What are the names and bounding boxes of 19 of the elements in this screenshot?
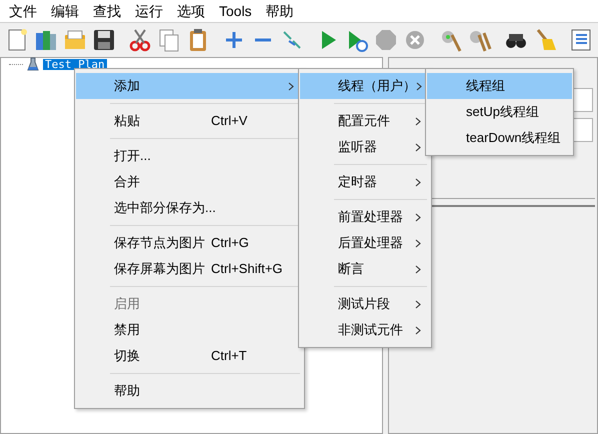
- menu-item[interactable]: 帮助: [258, 0, 301, 22]
- menu-item[interactable]: 后置处理器: [300, 230, 430, 256]
- menu-item[interactable]: 线程组: [427, 73, 572, 99]
- menu-item[interactable]: 断言: [300, 256, 430, 282]
- menu-item[interactable]: setUp线程组: [427, 99, 572, 125]
- menu-item[interactable]: 测试片段: [300, 291, 430, 317]
- menu-item[interactable]: 定时器: [300, 169, 430, 195]
- menu-item[interactable]: 查找: [86, 0, 128, 22]
- menu-item[interactable]: 前置处理器: [300, 204, 430, 230]
- menu-item[interactable]: 文件: [2, 0, 44, 22]
- menu-item[interactable]: 帮助: [76, 378, 303, 404]
- menu-item[interactable]: 非测试元件: [300, 317, 430, 343]
- menu-item[interactable]: Tools: [212, 0, 259, 22]
- menu-item[interactable]: 运行: [128, 0, 170, 22]
- menu-item[interactable]: 选项: [170, 0, 212, 22]
- menu-item[interactable]: 编辑: [44, 0, 86, 22]
- menu-item[interactable]: tearDown线程组: [427, 125, 572, 151]
- tree-item[interactable]: Test Plan: [43, 58, 107, 70]
- menu-item[interactable]: 切换 Ctrl+T: [76, 343, 303, 369]
